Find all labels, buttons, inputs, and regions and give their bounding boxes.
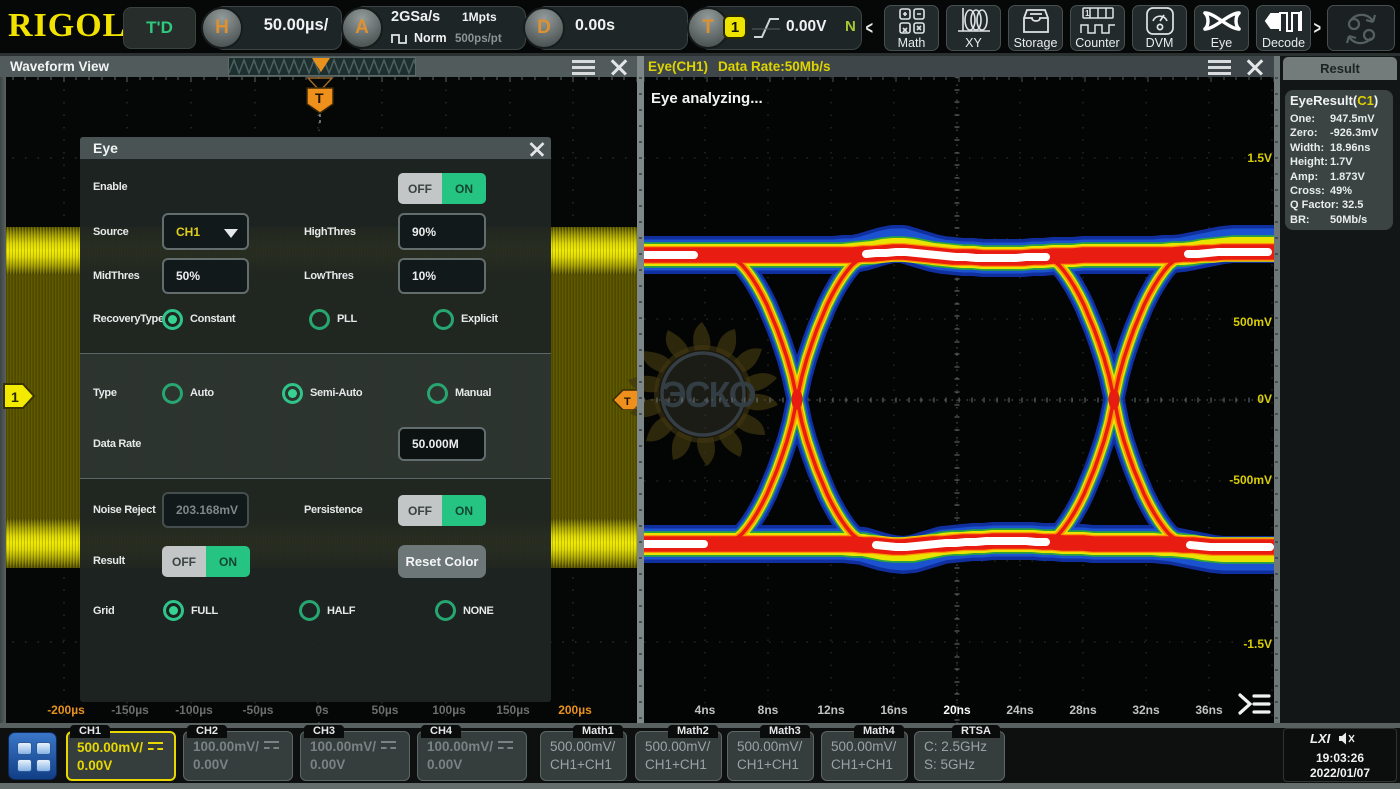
svg-text:1: 1 bbox=[11, 389, 19, 405]
svg-text:1: 1 bbox=[1085, 9, 1090, 18]
svg-text:T: T bbox=[315, 90, 324, 106]
